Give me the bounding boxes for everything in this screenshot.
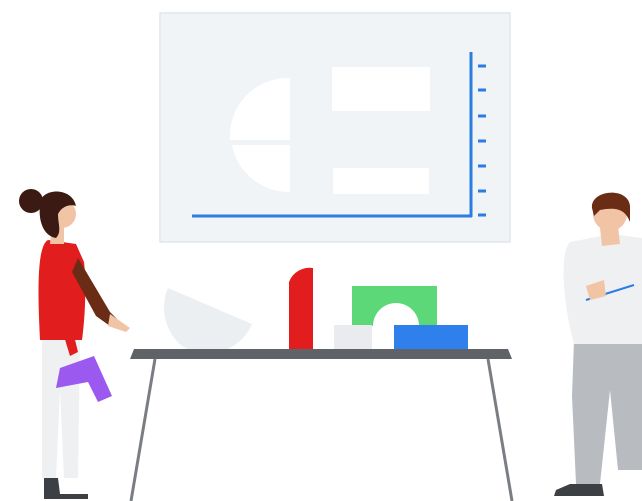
- woman-shoes: [44, 478, 88, 499]
- table-top: [130, 349, 512, 359]
- man-shoes: [554, 484, 604, 496]
- woman-hand-pointing: [108, 314, 130, 332]
- table-leg-right: [486, 358, 514, 501]
- woman-legs: [42, 338, 80, 478]
- red-arch-shape: [289, 267, 313, 349]
- grey-block: [334, 325, 372, 349]
- whiteboard: [159, 12, 511, 243]
- flat-bar-shape: [333, 168, 429, 194]
- table-leg-left: [129, 358, 157, 501]
- listener-man: [554, 192, 642, 496]
- arch-block-shape: [332, 67, 430, 111]
- table-shapes: [164, 267, 468, 354]
- bowl-shape: [164, 288, 252, 354]
- presenter-woman: [19, 189, 130, 499]
- woman-hair-bun: [19, 189, 43, 213]
- whiteboard-panel: [159, 12, 511, 243]
- presentation-illustration: [19, 12, 642, 501]
- blue-block: [394, 325, 468, 349]
- green-arch-block: [352, 286, 437, 326]
- man-legs: [572, 340, 642, 484]
- table: [129, 349, 514, 501]
